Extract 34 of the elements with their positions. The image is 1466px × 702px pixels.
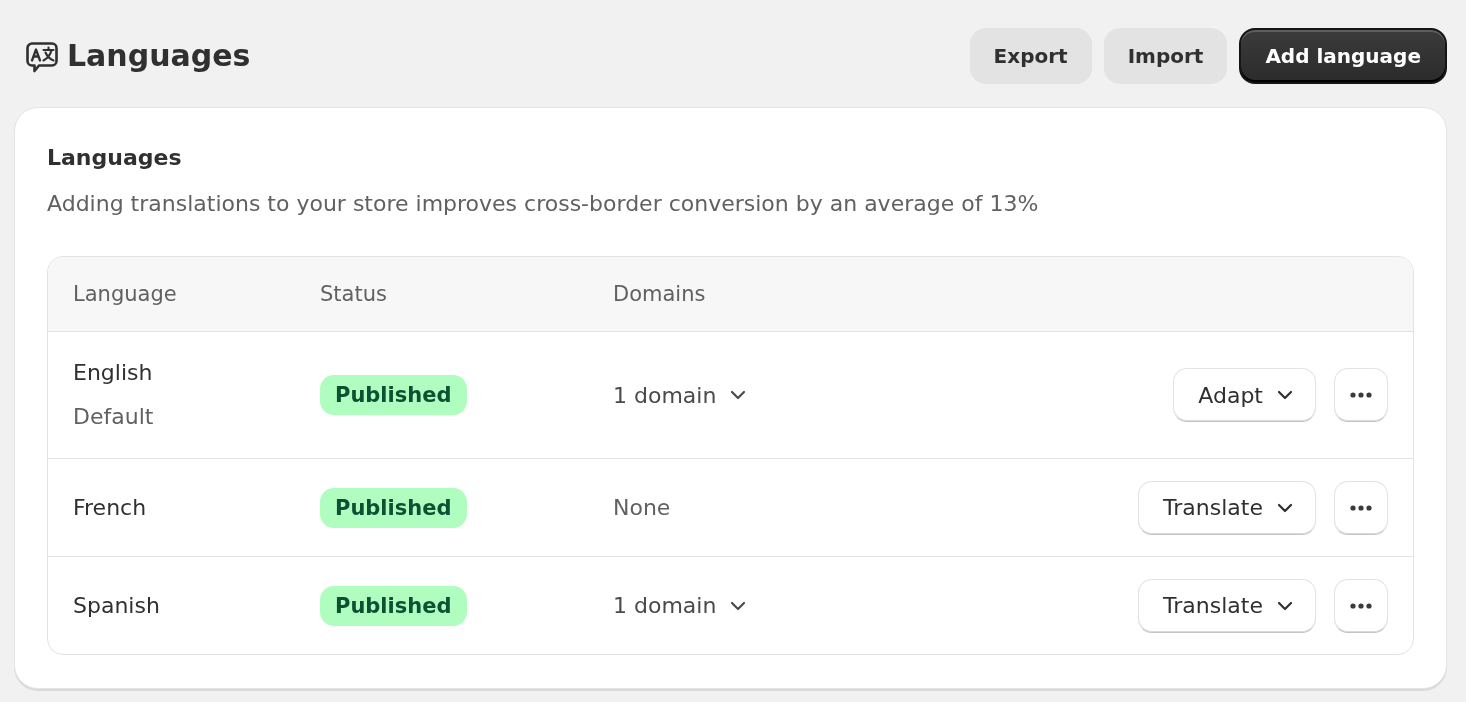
- chevron-down-icon: [1277, 390, 1293, 400]
- action-dropdown-button[interactable]: Translate: [1138, 578, 1316, 633]
- export-button[interactable]: Export: [969, 28, 1092, 84]
- status-badge: Published: [320, 585, 467, 626]
- import-button[interactable]: Import: [1103, 28, 1228, 84]
- domains-text: None: [613, 495, 671, 520]
- action-dropdown-button[interactable]: Translate: [1138, 480, 1316, 535]
- chevron-down-icon: [730, 390, 747, 400]
- domains-dropdown[interactable]: 1 domain: [613, 382, 747, 408]
- language-name: Spanish: [73, 591, 160, 620]
- status-badge: Published: [320, 487, 467, 528]
- chevron-down-icon: [1277, 502, 1293, 513]
- column-header: Status: [320, 282, 388, 306]
- card-title: Languages: [47, 144, 183, 172]
- language-name: English: [73, 359, 153, 387]
- add-language-button[interactable]: Add language: [1239, 28, 1447, 84]
- domains-dropdown[interactable]: 1 domain: [613, 593, 747, 618]
- column-header: Domains: [613, 282, 707, 306]
- translate-icon: [26, 41, 58, 73]
- more-icon: [1350, 602, 1372, 609]
- column-header: Language: [73, 282, 178, 306]
- more-button[interactable]: [1334, 578, 1388, 633]
- more-button[interactable]: [1334, 480, 1388, 535]
- chevron-down-icon: [1277, 600, 1293, 611]
- more-icon: [1350, 392, 1372, 398]
- more-icon: [1350, 504, 1372, 511]
- page-title: Languages: [67, 37, 251, 75]
- language-note: Default: [73, 403, 154, 431]
- status-badge: Published: [320, 375, 467, 415]
- card-description: Adding translations to your store improves cross-border conversion by an average of 13%: [47, 190, 1040, 218]
- language-name: French: [73, 493, 147, 522]
- action-dropdown-button[interactable]: Adapt: [1173, 368, 1316, 422]
- more-button[interactable]: [1334, 368, 1388, 422]
- chevron-down-icon: [730, 600, 747, 611]
